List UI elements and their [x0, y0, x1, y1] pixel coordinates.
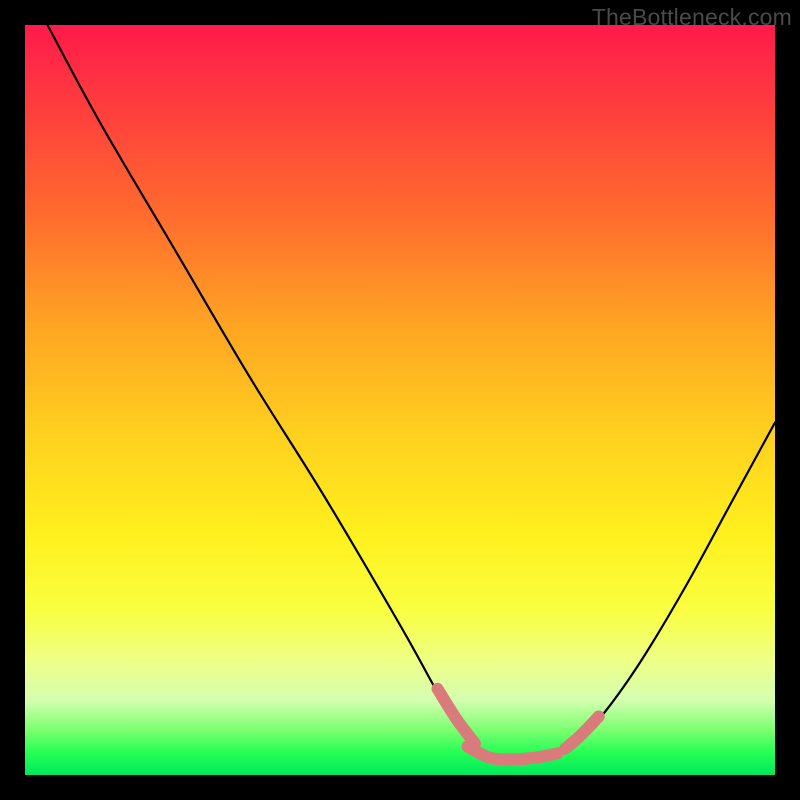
bottleneck-curve-svg: [25, 25, 775, 775]
plot-area: [25, 25, 775, 775]
highlight-basin: [468, 747, 558, 760]
chart-frame: TheBottleneck.com: [0, 0, 800, 800]
watermark-text: TheBottleneck.com: [592, 4, 792, 31]
highlight-right-arm-tip: [565, 717, 599, 749]
highlight-left-arm-tip: [438, 689, 476, 744]
highlight-group: [438, 689, 599, 760]
bottleneck-curve: [48, 25, 776, 761]
